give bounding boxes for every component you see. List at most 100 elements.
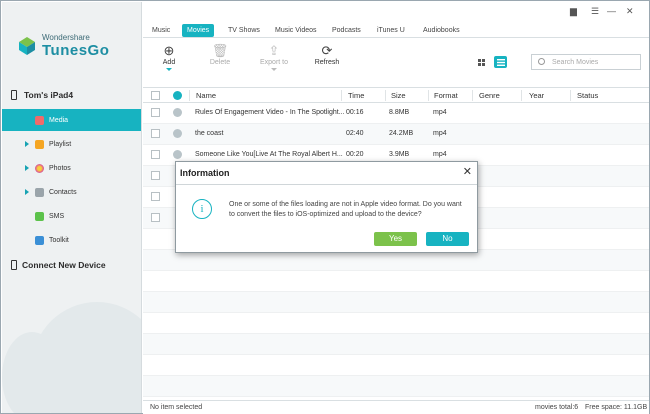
dialog-title: Information (180, 168, 230, 178)
sidebar-item-playlist[interactable]: Playlist (2, 133, 141, 155)
empty-row (143, 376, 649, 397)
expand-arrow-icon[interactable] (25, 165, 29, 171)
column-separator[interactable] (428, 90, 429, 101)
tab-movies[interactable]: Movies (182, 24, 215, 37)
delete-button[interactable]: 🗑 Delete (195, 43, 245, 66)
cell-format: mp4 (433, 109, 447, 116)
brand-name: TunesGo (42, 42, 110, 59)
export-label: Export to (259, 59, 288, 66)
grid-view-icon[interactable] (475, 56, 488, 68)
sidebar-item-photos[interactable]: Photos (2, 157, 141, 179)
close-window-icon[interactable]: ✕ (626, 6, 634, 17)
tab-itunes-u[interactable]: iTunes U (372, 24, 410, 37)
refresh-button[interactable]: ⟳ Refresh (302, 43, 352, 66)
apple-watermark-part (2, 332, 62, 413)
no-button[interactable]: No (426, 232, 469, 246)
col-time[interactable]: Time (348, 91, 364, 100)
search-input[interactable]: Search Movies (531, 54, 641, 70)
empty-row (143, 250, 649, 271)
sidebar-item-label: Playlist (49, 140, 72, 148)
close-icon[interactable]: ✕ (463, 165, 472, 178)
sidebar-item-label: Media (49, 116, 69, 124)
col-name[interactable]: Name (196, 91, 216, 100)
col-format[interactable]: Format (434, 91, 458, 100)
sidebar-item-contacts[interactable]: Contacts (2, 181, 141, 203)
column-separator[interactable] (472, 90, 473, 101)
photos-icon (35, 163, 44, 173)
refresh-icon: ⟳ (321, 43, 333, 58)
export-button[interactable]: ⇪ Export to (249, 43, 299, 71)
sidebar-item-label: SMS (49, 212, 65, 220)
cell-name: Rules Of Engagement Video - In The Spotl… (195, 109, 345, 116)
yes-button[interactable]: Yes (374, 232, 417, 246)
status-bar: No item selected movies total:6 Free spa… (143, 400, 649, 414)
table-row[interactable]: the coast 02:40 24.2MB mp4 (143, 124, 649, 145)
toolkit-icon (35, 235, 44, 245)
column-separator[interactable] (189, 90, 190, 101)
cell-size: 3.9MB (389, 151, 410, 158)
status-count: movies total:6 (535, 404, 579, 411)
sms-icon (35, 211, 44, 221)
col-size[interactable]: Size (391, 91, 406, 100)
dialog-message: One or some of the files loading are not… (229, 201, 462, 218)
row-checkbox[interactable] (151, 213, 160, 222)
col-year[interactable]: Year (529, 91, 544, 100)
select-all-checkbox[interactable] (151, 91, 160, 100)
table-header: Name Time Size Format Genre Year Status (143, 87, 649, 103)
table-row[interactable]: Rules Of Engagement Video - In The Spotl… (143, 103, 649, 124)
tab-tv-shows[interactable]: TV Shows (223, 24, 265, 37)
row-checkbox[interactable] (151, 129, 160, 138)
dialog-divider (176, 184, 477, 185)
add-dropdown-caret-icon[interactable] (166, 68, 172, 71)
brand-small: Wondershare (42, 33, 90, 42)
row-checkbox[interactable] (151, 171, 160, 180)
empty-row (143, 313, 649, 334)
sidebar-item-label: Toolkit (49, 236, 69, 244)
minimize-icon[interactable]: — (607, 6, 616, 16)
movie-file-icon (173, 150, 182, 159)
sidebar-item-label: Contacts (49, 188, 77, 196)
tab-audiobooks[interactable]: Audiobooks (418, 24, 465, 37)
search-placeholder: Search Movies (552, 58, 599, 66)
cell-format: mp4 (433, 130, 447, 137)
list-view-icon[interactable] (494, 56, 507, 68)
col-status[interactable]: Status (577, 91, 598, 100)
feedback-icon[interactable]: ☰ (591, 6, 599, 17)
column-separator[interactable] (521, 90, 522, 101)
status-free-space: Free space: 11.1GB (585, 404, 648, 411)
sidebar-item-sms[interactable]: SMS (2, 205, 141, 227)
export-dropdown-caret-icon[interactable] (271, 68, 277, 71)
info-icon: i (192, 199, 212, 219)
information-dialog: Information ✕ i One or some of the files… (175, 161, 478, 253)
connect-new-device[interactable]: Connect New Device (2, 257, 141, 273)
empty-row (143, 292, 649, 313)
add-icon: ⊕ (163, 43, 175, 58)
sidebar-item-toolkit[interactable]: Toolkit (2, 229, 141, 251)
sidebar-item-media[interactable]: Media (2, 109, 141, 131)
column-separator[interactable] (385, 90, 386, 101)
column-separator[interactable] (570, 90, 571, 101)
message-icon[interactable]: ▆ (570, 6, 577, 17)
tab-music-videos[interactable]: Music Videos (270, 24, 322, 37)
row-checkbox[interactable] (151, 108, 160, 117)
expand-arrow-icon[interactable] (25, 141, 29, 147)
cell-time: 00:20 (346, 151, 364, 158)
cell-time: 02:40 (346, 130, 364, 137)
tab-music[interactable]: Music (147, 24, 175, 37)
row-checkbox[interactable] (151, 192, 160, 201)
connect-label: Connect New Device (22, 260, 106, 270)
movie-file-icon (173, 108, 182, 117)
device-item[interactable]: Tom's iPad4 (2, 86, 141, 104)
status-selection: No item selected (150, 404, 203, 411)
cell-name: the coast (195, 130, 224, 137)
col-genre[interactable]: Genre (479, 91, 500, 100)
expand-arrow-icon[interactable] (25, 189, 29, 195)
column-separator[interactable] (341, 90, 342, 101)
cell-time: 00:16 (346, 109, 364, 116)
add-button[interactable]: ⊕ Add (144, 43, 194, 71)
row-checkbox[interactable] (151, 150, 160, 159)
type-column-icon (173, 91, 182, 100)
tunesgo-logo-icon (19, 37, 35, 55)
tab-podcasts[interactable]: Podcasts (327, 24, 366, 37)
search-icon (538, 58, 545, 65)
